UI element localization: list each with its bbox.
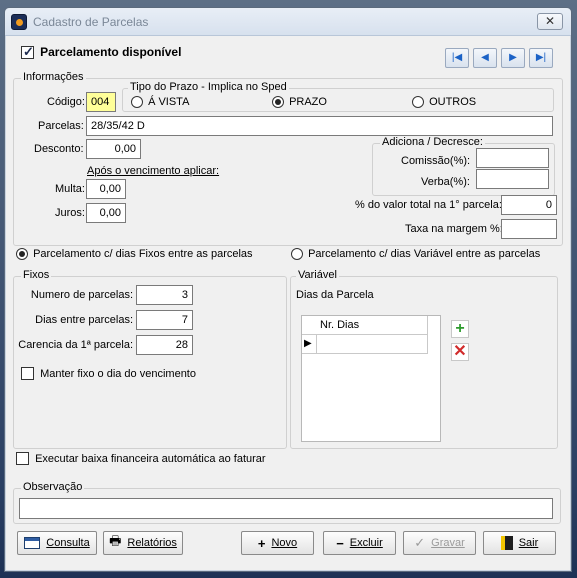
parcelamento-disponivel-label: Parcelamento disponível bbox=[40, 45, 182, 59]
radio-prazo[interactable]: PRAZO bbox=[272, 96, 327, 109]
baixa-automatica-label: Executar baixa financeira automática ao … bbox=[35, 452, 266, 465]
informacoes-title: Informações bbox=[21, 71, 86, 83]
baixa-automatica-box[interactable] bbox=[16, 452, 29, 465]
fixos-title: Fixos bbox=[21, 269, 52, 281]
codigo-label: Código: bbox=[47, 96, 85, 108]
numero-parcelas-field[interactable]: 3 bbox=[136, 285, 193, 305]
dias-entre-field[interactable]: 7 bbox=[136, 310, 193, 330]
dias-entre-label: Dias entre parcelas: bbox=[35, 314, 133, 326]
table-icon bbox=[24, 537, 41, 549]
excluir-label: Excluir bbox=[349, 537, 383, 549]
parcelas-field[interactable]: 28/35/42 D bbox=[86, 116, 553, 136]
manter-fixo-checkbox[interactable]: Manter fixo o dia do vencimento bbox=[21, 367, 196, 380]
radio-prazo-label: PRAZO bbox=[289, 96, 327, 109]
novo-button[interactable]: + Novo bbox=[241, 531, 314, 555]
numero-parcelas-label: Numero de parcelas: bbox=[30, 289, 133, 301]
minus-icon: − bbox=[336, 535, 344, 551]
parcelamento-disponivel-checkbox[interactable]: Parcelamento disponível bbox=[21, 44, 182, 60]
radio-outros-circle[interactable] bbox=[412, 96, 424, 109]
consulta-label: Consulta bbox=[46, 537, 90, 549]
dias-parcela-grid[interactable]: Nr. Dias ▶ bbox=[301, 315, 441, 442]
radio-outros-label: OUTROS bbox=[429, 96, 477, 109]
delete-icon[interactable]: ✕ bbox=[451, 343, 469, 361]
multa-field[interactable]: 0,00 bbox=[86, 179, 126, 199]
comissao-field[interactable] bbox=[476, 148, 549, 168]
sair-button[interactable]: Sair bbox=[483, 531, 556, 555]
taxa-margem-label: Taxa na margem %: bbox=[405, 223, 503, 235]
gravar-button[interactable]: ✓ Gravar bbox=[403, 531, 476, 555]
gravar-label: Gravar bbox=[431, 537, 465, 549]
baixa-automatica-checkbox[interactable]: Executar baixa financeira automática ao … bbox=[16, 452, 266, 465]
radio-dias-fixos-circle[interactable] bbox=[16, 248, 28, 261]
row-divider bbox=[316, 335, 317, 354]
checkbox-box[interactable] bbox=[21, 44, 34, 60]
radio-dias-fixos-label: Parcelamento c/ dias Fixos entre as parc… bbox=[33, 248, 253, 261]
variavel-title: Variável bbox=[296, 269, 339, 281]
sair-label: Sair bbox=[518, 537, 539, 549]
parcelas-label: Parcelas: bbox=[38, 120, 84, 132]
window-title: Cadastro de Parcelas bbox=[33, 15, 149, 29]
add-icon[interactable]: + bbox=[451, 320, 469, 338]
observacao-field[interactable] bbox=[19, 498, 553, 519]
excluir-button[interactable]: − Excluir bbox=[323, 531, 396, 555]
printer-icon: 🖶 bbox=[109, 533, 122, 548]
grid-header: Nr. Dias bbox=[302, 316, 428, 335]
title-bar: Cadastro de Parcelas ✕ bbox=[5, 8, 571, 36]
desconto-label: Desconto: bbox=[34, 143, 84, 155]
carencia-label: Carencia da 1ª parcela: bbox=[18, 339, 133, 351]
manter-fixo-box[interactable] bbox=[21, 367, 34, 380]
radio-a-vista-label: Á VISTA bbox=[148, 96, 190, 109]
row-indicator-icon: ▶ bbox=[304, 338, 312, 349]
manter-fixo-label: Manter fixo o dia do vencimento bbox=[40, 367, 196, 380]
radio-outros[interactable]: OUTROS bbox=[412, 96, 477, 109]
dias-parcela-label: Dias da Parcela bbox=[296, 289, 374, 301]
last-record-button[interactable]: ▶| bbox=[529, 48, 553, 68]
observacao-title: Observação bbox=[21, 481, 85, 493]
close-button[interactable]: ✕ bbox=[537, 13, 563, 30]
cadastro-parcelas-window: Cadastro de Parcelas ✕ Parcelamento disp… bbox=[4, 7, 572, 572]
codigo-field[interactable]: 004 bbox=[86, 92, 116, 112]
relatorios-label: Relatórios bbox=[127, 537, 177, 549]
apos-vencimento-label: Após o vencimento aplicar: bbox=[87, 165, 220, 177]
radio-a-vista[interactable]: Á VISTA bbox=[131, 96, 190, 109]
prev-record-button[interactable]: ◀ bbox=[473, 48, 497, 68]
tipo-prazo-title: Tipo do Prazo - Implica no Sped bbox=[128, 81, 289, 93]
comissao-label: Comissão(%): bbox=[401, 155, 471, 167]
radio-dias-fixos[interactable]: Parcelamento c/ dias Fixos entre as parc… bbox=[16, 248, 253, 261]
exit-door-icon bbox=[500, 536, 513, 550]
radio-prazo-circle[interactable] bbox=[272, 96, 284, 109]
grid-header-nr-dias: Nr. Dias bbox=[320, 319, 360, 331]
multa-label: Multa: bbox=[55, 183, 85, 195]
verba-field[interactable] bbox=[476, 169, 549, 189]
check-icon: ✓ bbox=[414, 535, 426, 550]
first-record-button[interactable]: |◀ bbox=[445, 48, 469, 68]
verba-label: Verba(%): bbox=[421, 176, 470, 188]
radio-dias-variavel[interactable]: Parcelamento c/ dias Variável entre as p… bbox=[291, 248, 541, 261]
carencia-field[interactable]: 28 bbox=[136, 335, 193, 355]
taxa-margem-field[interactable] bbox=[501, 219, 557, 239]
next-record-button[interactable]: ▶ bbox=[501, 48, 525, 68]
novo-label: Novo bbox=[271, 537, 298, 549]
pct-valor-total-field[interactable]: 0 bbox=[501, 195, 557, 215]
consulta-button[interactable]: Consulta bbox=[17, 531, 97, 555]
app-icon bbox=[11, 14, 27, 30]
adiciona-decresce-title: Adiciona / Decresce: bbox=[380, 136, 485, 148]
pct-valor-total-label: % do valor total na 1° parcela: bbox=[355, 199, 502, 211]
radio-dias-variavel-label: Parcelamento c/ dias Variável entre as p… bbox=[308, 248, 541, 261]
radio-dias-variavel-circle[interactable] bbox=[291, 248, 303, 261]
juros-field[interactable]: 0,00 bbox=[86, 203, 126, 223]
grid-row[interactable]: ▶ bbox=[302, 335, 428, 354]
plus-icon: + bbox=[257, 535, 266, 551]
desconto-field[interactable]: 0,00 bbox=[86, 139, 141, 159]
relatorios-button[interactable]: 🖶 Relatórios bbox=[103, 531, 183, 555]
radio-a-vista-circle[interactable] bbox=[131, 96, 143, 109]
juros-label: Juros: bbox=[55, 207, 85, 219]
